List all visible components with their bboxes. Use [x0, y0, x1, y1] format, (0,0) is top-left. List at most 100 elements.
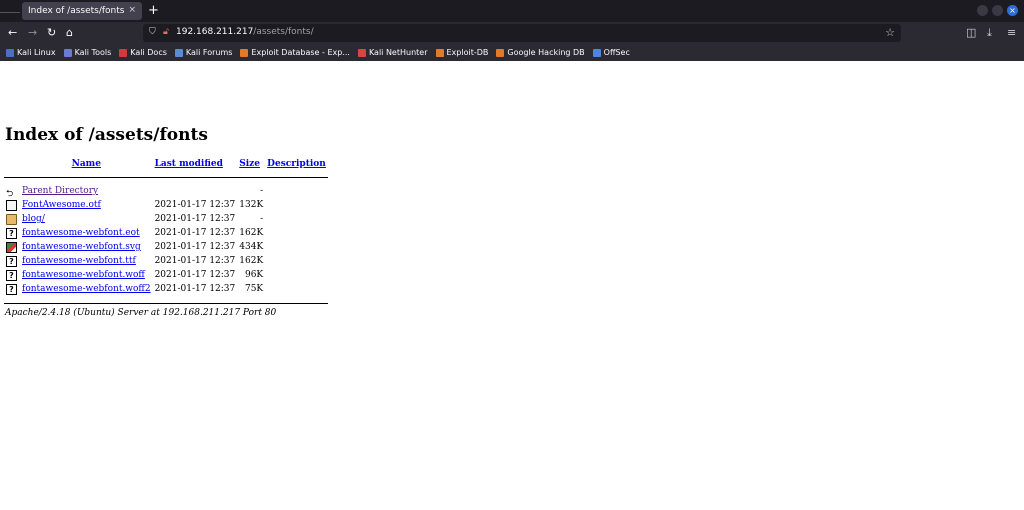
sort-size-link[interactable]: Size	[239, 159, 260, 169]
modified-cell	[153, 184, 238, 198]
name-cell: fontawesome-webfont.svg	[20, 240, 153, 254]
size-cell: 132K	[239, 200, 264, 210]
bookmark-item[interactable]: Exploit-DB	[435, 48, 488, 57]
window-controls: ×	[977, 5, 1018, 16]
file-link[interactable]: FontAwesome.otf	[22, 200, 101, 210]
size-cell: 162K	[239, 256, 264, 266]
file-link[interactable]: fontawesome-webfont.woff2	[22, 284, 151, 294]
bookmark-star-icon[interactable]: ☆	[885, 26, 895, 39]
sort-name-link[interactable]: Name	[72, 159, 101, 169]
file-link[interactable]: fontawesome-webfont.eot	[22, 228, 140, 238]
description-cell	[265, 198, 328, 212]
size-cell: 162K	[239, 228, 264, 238]
name-cell: fontawesome-webfont.ttf	[20, 254, 153, 268]
tab-title: Index of /assets/fonts	[28, 6, 125, 16]
bookmark-item[interactable]: Kali Linux	[6, 48, 56, 57]
url-path: /assets/fonts/	[253, 27, 314, 37]
description-cell	[265, 212, 328, 226]
back-icon: ⮌	[6, 188, 14, 199]
size-cell: 75K	[244, 284, 264, 294]
image-icon	[6, 241, 17, 253]
table-row: ? fontawesome-webfont.ttf 2021-01-17 12:37…	[4, 254, 328, 268]
tab-close-icon[interactable]: ×	[128, 5, 136, 15]
sort-description-link[interactable]: Description	[267, 159, 326, 169]
divider	[4, 302, 328, 304]
icon-cell: ?	[4, 282, 20, 296]
bookmark-label: OffSec	[603, 48, 630, 57]
header-row: Name Last modified Size Description	[4, 158, 328, 170]
nav-bar: ← → ↻ ⌂ ⛉ 🔓︎ 192.168.211.217/assets/font…	[0, 22, 1024, 44]
table-row: ? fontawesome-webfont.woff2 2021-01-17 12:…	[4, 282, 328, 296]
menu-icon[interactable]: ≡	[1007, 26, 1016, 40]
shield-icon[interactable]: ⛉	[149, 27, 156, 37]
modified-cell: 2021-01-17 12:37	[154, 256, 236, 266]
bookmark-item[interactable]: Exploit Database - Exp...	[240, 48, 350, 57]
sort-modified-link[interactable]: Last modified	[155, 159, 223, 169]
bookmark-label: Kali Docs	[130, 48, 167, 57]
bookmark-item[interactable]: Kali Docs	[119, 48, 167, 57]
maximize-icon[interactable]	[992, 5, 1003, 16]
icon-cell: ⮌	[4, 184, 20, 199]
bookmark-item[interactable]: OffSec	[592, 48, 630, 57]
back-arrow-icon[interactable]: ←	[8, 26, 17, 40]
size-cell: -	[260, 186, 264, 196]
forward-arrow-icon[interactable]: →	[28, 26, 37, 40]
bookmark-item[interactable]: Kali Forums	[174, 48, 232, 57]
url-text[interactable]: 192.168.211.217/assets/fonts/	[176, 27, 314, 37]
name-column-header: Name	[20, 158, 153, 170]
name-cell: blog/	[20, 212, 153, 226]
table-row: blog/2021-01-17 12:37 -	[4, 212, 328, 226]
file-link[interactable]: fontawesome-webfont.ttf	[22, 256, 136, 266]
name-cell: FontAwesome.otf	[20, 198, 153, 212]
size-cell: -	[260, 214, 264, 224]
icon-cell	[4, 212, 20, 226]
icon-column-header	[4, 158, 20, 170]
table-row: fontawesome-webfont.svg 2021-01-17 12:37 4…	[4, 240, 328, 254]
page-title: Index of /assets/fonts	[5, 125, 208, 145]
folder-icon	[6, 213, 17, 225]
modified-cell: 2021-01-17 12:37	[154, 242, 236, 252]
url-bar[interactable]: ⛉ 🔓︎ 192.168.211.217/assets/fonts/ ☆	[143, 24, 901, 42]
icon-cell: ?	[4, 254, 20, 268]
size-column-header: Size	[237, 158, 265, 170]
name-cell: fontawesome-webfont.woff2	[20, 282, 153, 296]
unknown-icon: ?	[6, 269, 17, 281]
icon-cell: ?	[4, 268, 20, 282]
bookmark-label: Kali NetHunter	[368, 48, 428, 57]
bookmark-label: Kali Tools	[74, 48, 112, 57]
modified-column-header: Last modified	[153, 158, 238, 170]
description-cell	[265, 254, 328, 268]
downloads-icon[interactable]: ⤓	[987, 26, 992, 40]
close-window-icon[interactable]: ×	[1007, 5, 1018, 16]
file-link[interactable]: blog/	[22, 214, 45, 224]
description-cell	[265, 226, 328, 240]
home-icon[interactable]: ⌂	[66, 26, 73, 40]
description-cell	[265, 240, 328, 254]
modified-cell: 2021-01-17 12:37	[154, 214, 236, 224]
bookmarks-toolbar: Kali Linux Kali Tools Kali Docs Kali Forums…	[0, 44, 1024, 61]
pocket-icon[interactable]: ◫	[966, 26, 976, 40]
file-link[interactable]: fontawesome-webfont.woff	[22, 270, 145, 280]
reload-icon[interactable]: ↻	[47, 26, 56, 40]
table-row: FontAwesome.otf 2021-01-17 12:37 132K	[4, 198, 328, 212]
bookmark-favicon-icon	[357, 48, 366, 57]
name-cell: fontawesome-webfont.woff	[20, 268, 153, 282]
bookmark-item[interactable]: Kali NetHunter	[357, 48, 428, 57]
modified-cell: 2021-01-17 12:37	[154, 200, 236, 210]
file-link[interactable]: Parent Directory	[22, 186, 98, 196]
name-cell: fontawesome-webfont.eot	[20, 226, 153, 240]
file-icon	[6, 199, 17, 211]
bookmark-item[interactable]: Kali Tools	[63, 48, 112, 57]
listing-body: ⮌ Parent Directory - FontAwesome.otf 2021-01…	[4, 184, 328, 296]
bookmark-item[interactable]: Google Hacking DB	[496, 48, 585, 57]
modified-cell: 2021-01-17 12:37	[154, 270, 236, 280]
new-tab-button[interactable]: +	[148, 3, 159, 19]
bookmark-label: Exploit Database - Exp...	[251, 48, 350, 57]
file-link[interactable]: fontawesome-webfont.svg	[22, 242, 141, 252]
icon-cell: ?	[4, 226, 20, 240]
tab-active[interactable]: Index of /assets/fonts ×	[22, 2, 142, 20]
insecure-lock-icon[interactable]: 🔓︎	[163, 27, 169, 37]
tab-list-icon[interactable]	[0, 12, 20, 13]
minimize-icon[interactable]	[977, 5, 988, 16]
divider	[4, 176, 328, 178]
